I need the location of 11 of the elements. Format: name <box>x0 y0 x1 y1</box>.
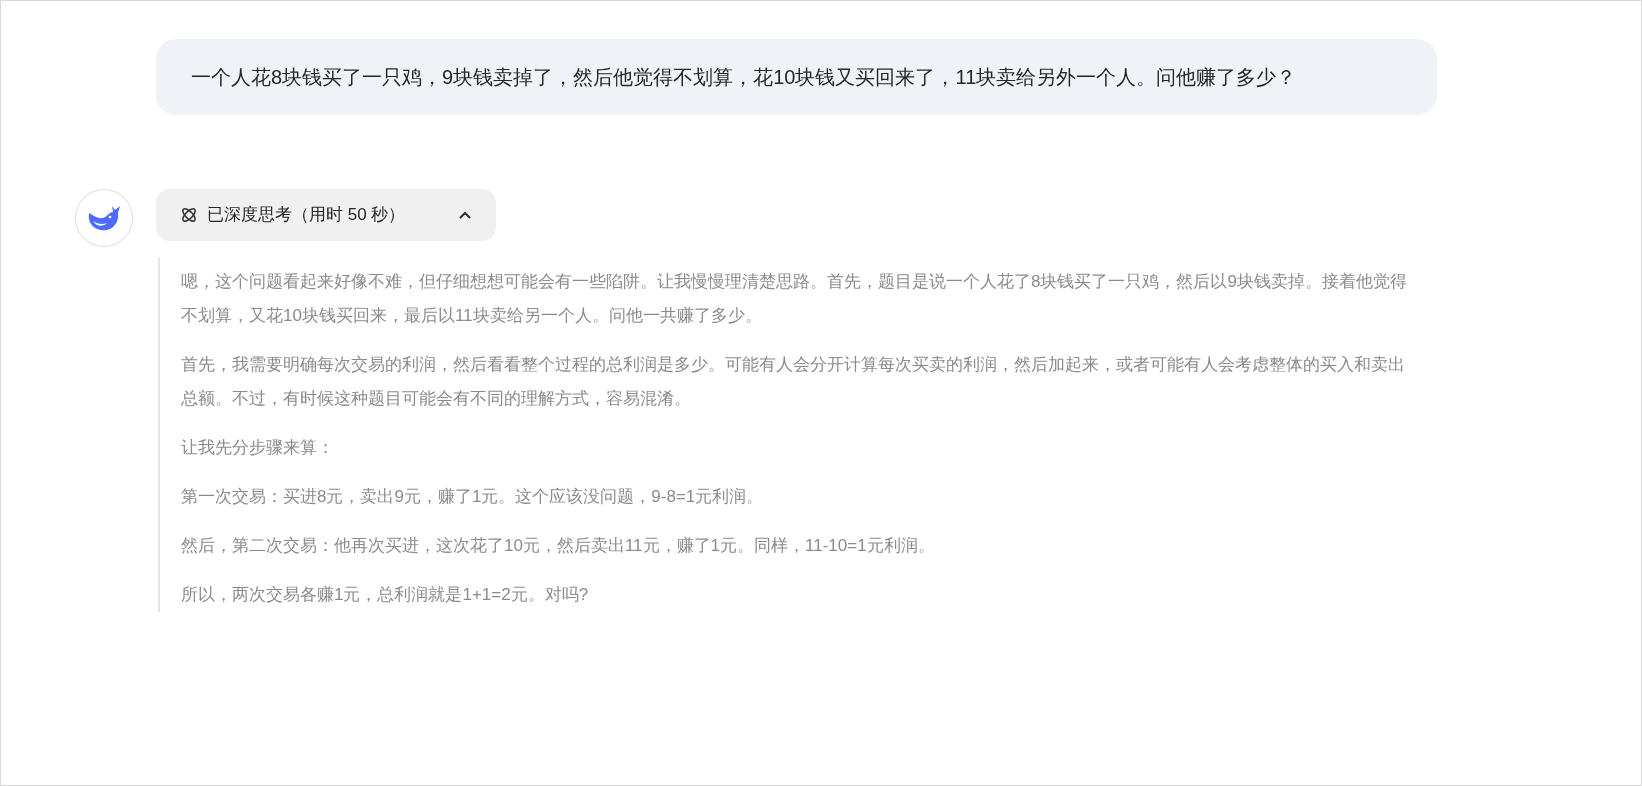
thinking-paragraph: 所以，两次交易各赚1元，总利润就是1+1=2元。对吗? <box>181 584 590 606</box>
caret-icon <box>458 210 472 220</box>
thinking-toggle[interactable]: 已深度思考（用时 50 秒） <box>156 189 496 241</box>
user-message: 一个人花8块钱买了一只鸡，9块钱卖掉了，然后他觉得不划算，花10块钱又买回来了，11块卖给另外一个人。问他赚了多少？ <box>156 39 1437 115</box>
thinking-paragraph: 嗯，这个问题看起来好像不难，但仔细想想可能会有一些陷阱。让我慢慢理清楚思路。首先，题目是说一个人花了8块钱买了一只鸡，然后以9块钱卖掉。接着他觉得不划算，又花10块钱买回来，最后以11块卖给另一个人。问他一共赚了多少。 <box>181 271 1408 327</box>
thinking-paragraph: 第一次交易：买进8元，卖出9元，赚了1元。这个应该没问题，9-8=1元利润。 <box>181 486 765 508</box>
thinking-paragraph: 首先，我需要明确每次交易的利润，然后看看整个过程的总利润是多少。可能有人会分开计算每次买卖的利润，然后加起来，或者可能有人会考虑整体的买入和卖出总额。不过，有时候这种题目可能会有不同的理解方式，容易混淆。 <box>181 354 1406 410</box>
thinking-paragraph: 然后，第二次交易：他再次买进，这次花了10元，然后卖出11元，赚了1元。同样，11-10=1元利润。 <box>181 535 936 557</box>
atom-icon <box>180 206 198 224</box>
thinking-paragraph: 让我先分步骤来算： <box>181 437 335 459</box>
whale-icon <box>87 203 121 233</box>
